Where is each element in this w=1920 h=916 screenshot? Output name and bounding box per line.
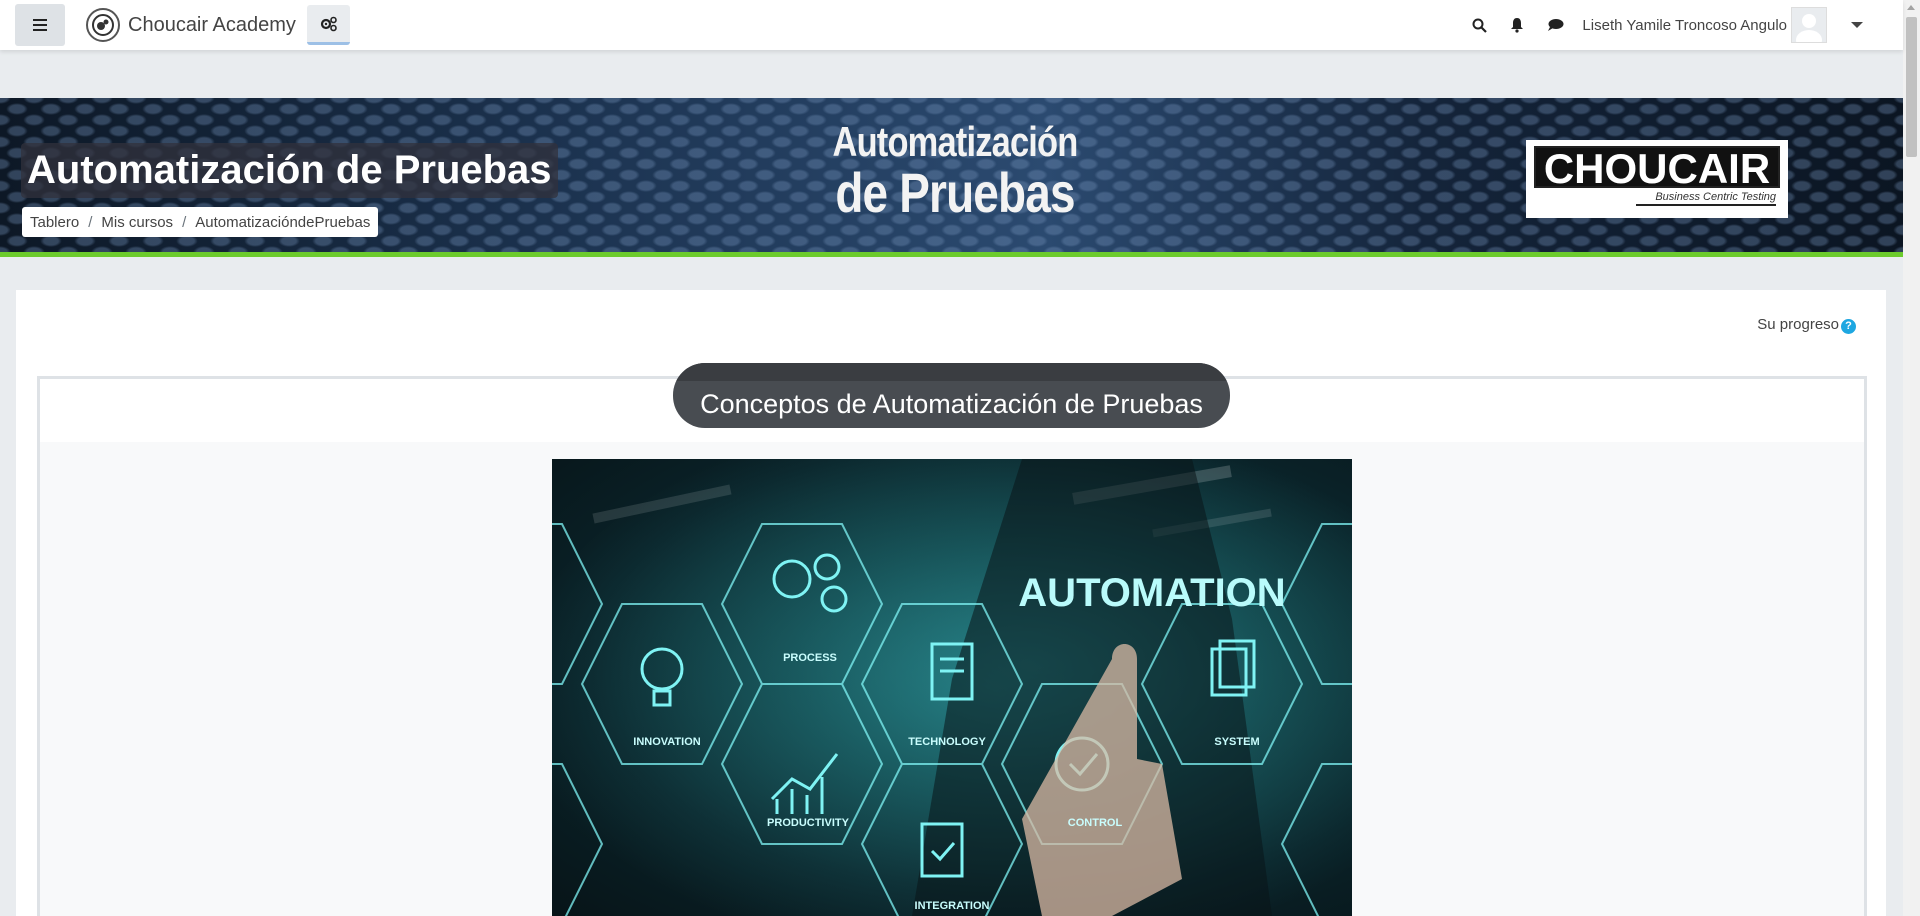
breadcrumb-separator: / — [182, 213, 187, 231]
banner-accent-bar — [0, 252, 1903, 257]
site-brand-link[interactable]: Choucair Academy — [86, 8, 296, 42]
site-name: Choucair Academy — [128, 13, 296, 36]
nav-drawer-toggle-button[interactable] — [15, 4, 65, 46]
progress-label: Su progreso — [1757, 316, 1839, 333]
scrollbar-thumb[interactable] — [1906, 17, 1917, 157]
hero-label-integration: INTEGRATION — [915, 900, 990, 912]
breadcrumb-item-my-courses[interactable]: Mis cursos — [101, 214, 173, 231]
scroll-up-arrow-icon[interactable] — [1907, 5, 1915, 10]
hero-label-process: PROCESS — [783, 652, 837, 664]
breadcrumb-separator: / — [88, 213, 93, 231]
breadcrumb: Tablero / Mis cursos / AutomatizacióndeP… — [22, 207, 379, 237]
top-navbar: Choucair Academy Liseth Yamile Troncoso … — [0, 0, 1903, 50]
hero-label-innovation: INNOVATION — [633, 736, 700, 748]
choucair-logo-wordmark: CHOUCAIR — [1534, 146, 1780, 190]
help-icon[interactable]: ? — [1841, 319, 1856, 334]
messages-chat-icon[interactable] — [1545, 15, 1565, 35]
page-scrollbar[interactable] — [1903, 0, 1920, 916]
section-hero-image: AUTOMATION PROCESS INNOVATION TECHNOLOGY… — [552, 459, 1352, 916]
hero-label-control: CONTROL — [1068, 817, 1123, 829]
section-title[interactable]: Conceptos de Automatización de Pruebas — [673, 363, 1230, 428]
user-avatar[interactable] — [1791, 7, 1827, 43]
hero-label-technology: TECHNOLOGY — [908, 736, 986, 748]
site-admin-button[interactable] — [307, 5, 350, 45]
hero-label-productivity: PRODUCTIVITY — [767, 817, 850, 829]
banner-image-text-line2: de Pruebas — [835, 161, 1075, 224]
site-logo-icon — [86, 8, 120, 42]
banner-image-text-line1: Automatización — [832, 118, 1079, 165]
hamburger-icon — [33, 19, 47, 31]
page-title: Automatización de Pruebas — [21, 143, 558, 198]
user-fullname[interactable]: Liseth Yamile Troncoso Angulo — [1582, 17, 1787, 34]
gears-icon — [320, 16, 337, 31]
banner-image-text: Automatización de Pruebas — [828, 120, 1082, 222]
choucair-logo-tagline: Business Centric Testing — [1655, 191, 1776, 203]
navbar-user-area: Liseth Yamile Troncoso Angulo — [1460, 0, 1863, 50]
choucair-logo-underline — [1636, 204, 1776, 206]
hero-label-system: SYSTEM — [1214, 736, 1259, 748]
breadcrumb-item-course[interactable]: AutomatizacióndePruebas — [195, 214, 370, 231]
notifications-bell-icon[interactable] — [1507, 15, 1527, 35]
breadcrumb-item-dashboard[interactable]: Tablero — [30, 214, 79, 231]
hero-headline: AUTOMATION — [1018, 571, 1285, 615]
user-menu-chevron-down-icon[interactable] — [1851, 22, 1863, 28]
course-progress: Su progreso ? — [1757, 315, 1856, 334]
search-icon[interactable] — [1469, 15, 1489, 35]
choucair-logo: CHOUCAIR Business Centric Testing — [1526, 140, 1788, 218]
